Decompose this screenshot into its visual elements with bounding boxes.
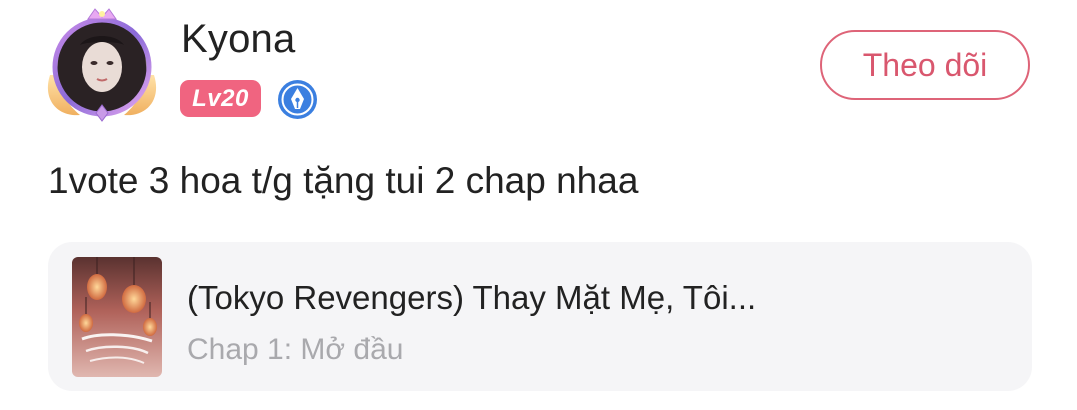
- book-chapter: Chap 1: Mở đầu: [187, 333, 404, 366]
- comment-text: 1vote 3 hoa t/g tặng tui 2 chap nhaa: [48, 160, 639, 201]
- avatar[interactable]: [40, 5, 165, 130]
- pen-nib-badge-icon: [278, 80, 317, 119]
- avatar-frame-icon: [47, 8, 157, 122]
- follow-button[interactable]: Theo dõi: [820, 30, 1030, 100]
- level-badge: Lv20: [180, 80, 261, 117]
- book-cover-image: [72, 257, 162, 377]
- comment-post: Kyona Lv20 Theo dõi 1vote 3 hoa t/g tặng…: [0, 0, 1077, 410]
- username[interactable]: Kyona: [181, 16, 295, 62]
- book-cover-lanterns-icon: [72, 257, 162, 377]
- book-title: (Tokyo Revengers) Thay Mặt Mẹ, Tôi...: [187, 279, 757, 316]
- linked-book-card[interactable]: (Tokyo Revengers) Thay Mặt Mẹ, Tôi... Ch…: [48, 242, 1032, 391]
